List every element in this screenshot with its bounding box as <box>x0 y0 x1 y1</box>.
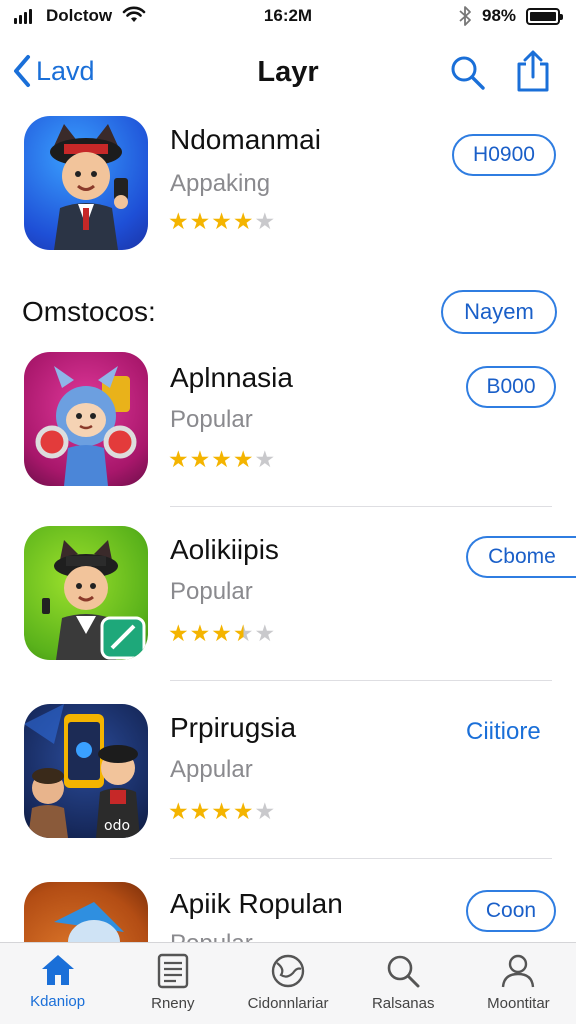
see-all-button[interactable]: Nayem <box>441 290 557 334</box>
section-title: Omstocos: <box>22 296 156 327</box>
tab-label: Kdaniop <box>30 993 86 1010</box>
tab-search[interactable]: Ralsanas <box>346 943 461 1024</box>
tab-label: Moontitar <box>487 995 550 1012</box>
tab-label: Rneny <box>151 995 195 1012</box>
app-icon[interactable] <box>24 526 148 660</box>
star-icon: ★ <box>232 208 254 234</box>
back-button[interactable]: Lavd <box>12 54 95 88</box>
share-button[interactable] <box>514 50 552 99</box>
person-icon <box>502 954 535 988</box>
list-icon <box>157 953 188 989</box>
app-name: Ndomanmai <box>170 124 321 155</box>
tab-games[interactable]: Rneny <box>115 943 230 1024</box>
bluetooth-icon <box>458 5 472 32</box>
star-icon: ★ <box>189 620 211 646</box>
star-icon: ★ <box>168 620 189 646</box>
battery-icon <box>526 8 563 25</box>
star-icon: ★ <box>211 620 232 646</box>
divider <box>170 680 552 681</box>
star-icon: ★ <box>168 798 189 824</box>
app-category: Popular <box>170 578 253 605</box>
star-rating: ★ ★ ★ ★ ★ <box>168 448 275 471</box>
divider <box>170 858 552 859</box>
divider <box>170 506 552 507</box>
tab-bar: Kdaniop Rneny Cidonnlariar Ralsanas Moon… <box>0 942 576 1024</box>
star-icon: ★ <box>189 446 211 472</box>
get-button[interactable]: B000 <box>466 366 556 408</box>
star-icon: ★ <box>168 208 189 234</box>
star-rating: ★ ★ ★ ★ ★ <box>168 800 275 823</box>
star-icon: ★ <box>211 446 232 472</box>
app-icon[interactable]: odo <box>24 704 148 838</box>
app-category: Popular <box>170 406 253 433</box>
star-icon: ★ <box>211 798 232 824</box>
status-bar: Dolctow 16:2M 98% <box>0 0 576 34</box>
star-rating: ★ ★ ★ ★ ★ <box>168 210 275 233</box>
tab-label: Ralsanas <box>371 995 435 1012</box>
featured-app-row[interactable]: Ndomanmai Appaking ★ ★ ★ ★ ★ H0900 <box>0 116 576 266</box>
star-icon: ★ <box>189 208 211 234</box>
star-icon: ★ <box>168 446 189 472</box>
search-icon <box>451 56 485 90</box>
search-icon <box>387 955 420 988</box>
star-icon: ★ <box>254 798 276 824</box>
battery-percent: 98% <box>482 6 517 25</box>
globe-icon <box>271 954 305 988</box>
search-button[interactable] <box>448 53 488 98</box>
star-icon: ★ <box>232 798 254 824</box>
tab-label: Cidonnlariar <box>247 995 329 1012</box>
chevron-left-icon <box>14 55 30 87</box>
navigation-bar: Lavd Layr <box>0 40 576 106</box>
home-icon <box>41 955 74 985</box>
app-name: Aolikiipis <box>170 534 279 565</box>
get-button[interactable]: Ciitiore <box>466 718 541 746</box>
app-category: Appaking <box>170 170 271 197</box>
get-button[interactable]: H0900 <box>452 134 556 176</box>
svg-text:odo: odo <box>104 818 130 834</box>
app-category: Appular <box>170 756 253 783</box>
star-icon: ★ <box>211 208 232 234</box>
get-button[interactable]: Cbome <box>466 536 576 578</box>
star-icon: ★ <box>254 620 276 646</box>
app-name: Apiik Ropulan <box>170 888 343 919</box>
list-item[interactable]: Aplnnasia Popular ★ ★ ★ ★ ★ B000 <box>0 352 576 502</box>
get-button[interactable]: Coon <box>466 890 556 932</box>
star-icon: ★ <box>189 798 211 824</box>
app-icon[interactable] <box>24 116 148 250</box>
star-icon: ★ <box>254 446 276 472</box>
tab-profile[interactable]: Moontitar <box>461 943 576 1024</box>
app-name: Prpirugsia <box>170 712 297 743</box>
tab-apps[interactable]: Cidonnlariar <box>230 943 345 1024</box>
list-item[interactable]: odo Prpirugsia Appular ★ ★ ★ ★ ★ Ciitiore <box>0 704 576 854</box>
app-name: Aplnnasia <box>170 362 293 393</box>
star-icon: ★ <box>232 620 254 646</box>
star-rating: ★ ★ ★ ★ ★ <box>168 622 275 645</box>
list-item[interactable]: Aolikiipis Popular ★ ★ ★ ★ ★ Cbome <box>0 526 576 676</box>
tab-today[interactable]: Kdaniop <box>0 943 115 1024</box>
share-icon <box>517 50 549 92</box>
star-icon: ★ <box>232 446 254 472</box>
star-icon: ★ <box>254 208 276 234</box>
back-label: Lavd <box>36 55 95 86</box>
app-icon[interactable] <box>24 352 148 486</box>
